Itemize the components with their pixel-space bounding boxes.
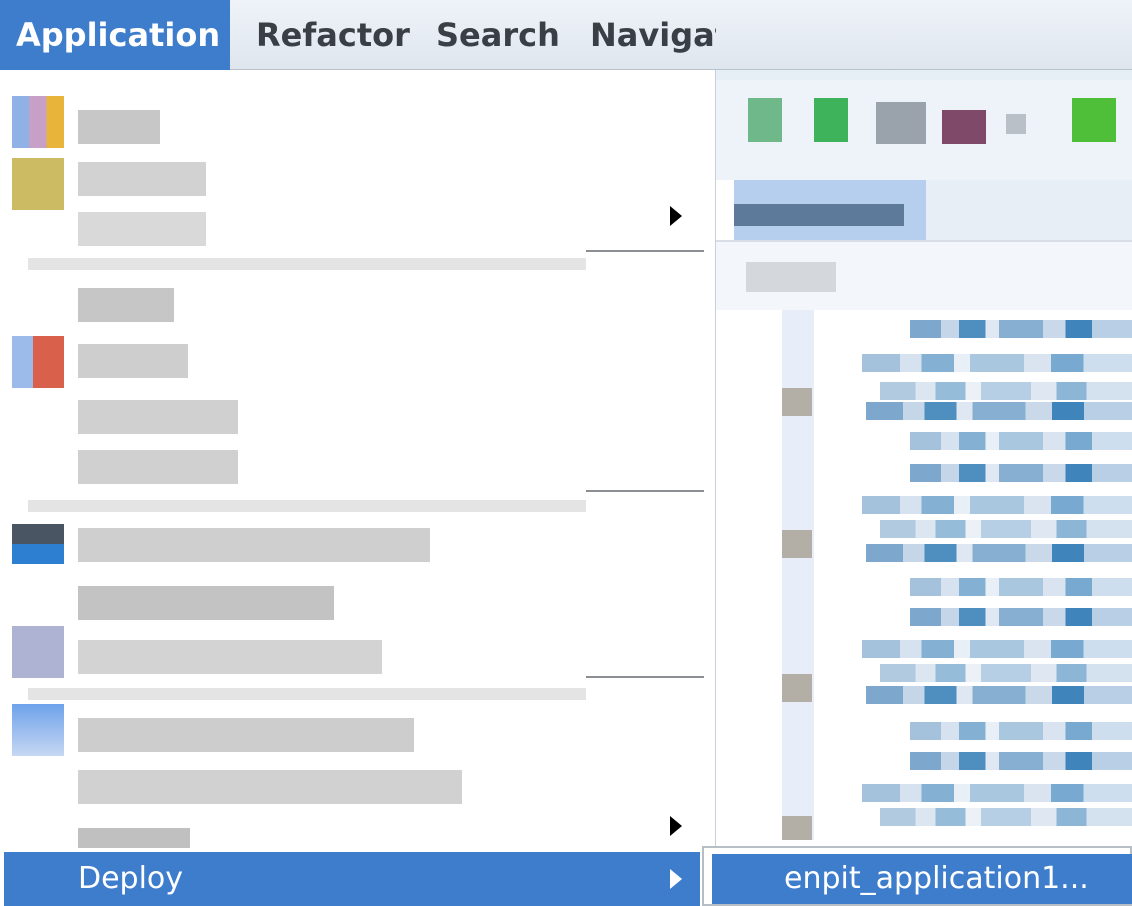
blurred-label [78,718,414,752]
menu-navigate[interactable]: Navigat [574,0,716,70]
tool-icon [12,626,64,678]
menu-item-deploy[interactable]: Deploy [4,852,700,906]
background-code-line [862,354,1132,372]
menu-separator [586,250,704,252]
background-code-line [910,320,1132,338]
background-code-line [910,722,1132,740]
blurred-label [78,212,206,246]
menu-item-blurred-submenu[interactable] [0,206,716,282]
background-ide-window [716,0,1132,906]
background-code-line [910,608,1132,626]
background-header-strip [716,240,1132,310]
background-tab-strip [926,180,1132,240]
submenu-arrow-icon [670,816,682,836]
blurred-label [78,770,462,804]
blurred-label [78,528,430,562]
background-code-line [866,686,1132,704]
blurred-label [78,640,382,674]
background-code-line [880,664,1132,682]
background-code-line [910,752,1132,770]
background-code-line [910,578,1132,596]
menu-item-blurred[interactable] [0,574,716,626]
blurred-label [78,828,190,848]
background-code-line [880,520,1132,538]
menu-refactor[interactable]: Refactor [240,0,426,70]
application-dropdown-menu [0,70,716,906]
menu-item-deploy-label: Deploy [78,861,184,896]
menu-separator-ghost [28,500,586,512]
menu-item-blurred[interactable] [0,282,716,332]
folder-icon [12,158,64,210]
menu-item-blurred-submenu[interactable] [0,814,716,852]
submenu-arrow-icon [670,206,682,226]
menu-item-blurred[interactable] [0,758,716,814]
blurred-label [78,400,238,434]
menu-navigate-label: Navigat [590,16,716,54]
background-code-line [862,784,1132,802]
menu-item-blurred[interactable] [0,442,716,496]
menu-application[interactable]: Application [0,0,230,70]
menu-application-label: Application [16,16,221,54]
document-edit-icon [12,336,64,388]
blurred-label [78,344,188,378]
menu-item-blurred[interactable] [0,392,716,442]
menu-bar: Application Refactor Search Navigat [0,0,1132,70]
background-gutter-marker [782,674,812,702]
background-gutter-marker [782,388,812,416]
menu-search-label: Search [436,16,560,54]
menu-item-blurred[interactable] [0,700,716,758]
background-code-line [866,402,1132,420]
background-gutter-marker [782,530,812,558]
background-toolbar [716,80,1132,180]
menu-refactor-label: Refactor [256,16,410,54]
application-icon [12,96,64,148]
screen: Application Refactor Search Navigat Depl… [0,0,1132,906]
background-code-line [880,382,1132,400]
blurred-label [78,162,206,196]
menu-item-blurred[interactable] [0,150,716,212]
blurred-label [78,586,334,620]
background-code-line [862,496,1132,514]
menu-item-blurred[interactable] [0,88,716,150]
blurred-label [78,288,174,322]
background-code-line [880,808,1132,826]
menu-search[interactable]: Search [420,0,576,70]
background-active-tab [734,180,926,240]
server-icon [12,704,64,756]
background-code-line [910,464,1132,482]
background-code-line [862,640,1132,658]
deploy-submenu: enpit_application1... [702,846,1132,906]
menu-separator [586,676,704,678]
background-code-line [866,544,1132,562]
menu-item-blurred[interactable] [0,518,716,574]
submenu-arrow-icon [670,869,682,889]
menu-separator [586,490,704,492]
submenu-item-deployment-profile[interactable]: enpit_application1... [712,854,1132,904]
menu-separator-ghost [28,258,586,270]
menu-item-blurred[interactable] [0,332,716,392]
blurred-label [78,450,238,484]
submenu-item-label: enpit_application1... [784,861,1089,896]
display-icon [12,524,64,564]
blurred-label [78,110,160,144]
background-gutter-marker [782,816,812,840]
menu-separator-ghost [28,688,586,700]
background-code-line [910,432,1132,450]
